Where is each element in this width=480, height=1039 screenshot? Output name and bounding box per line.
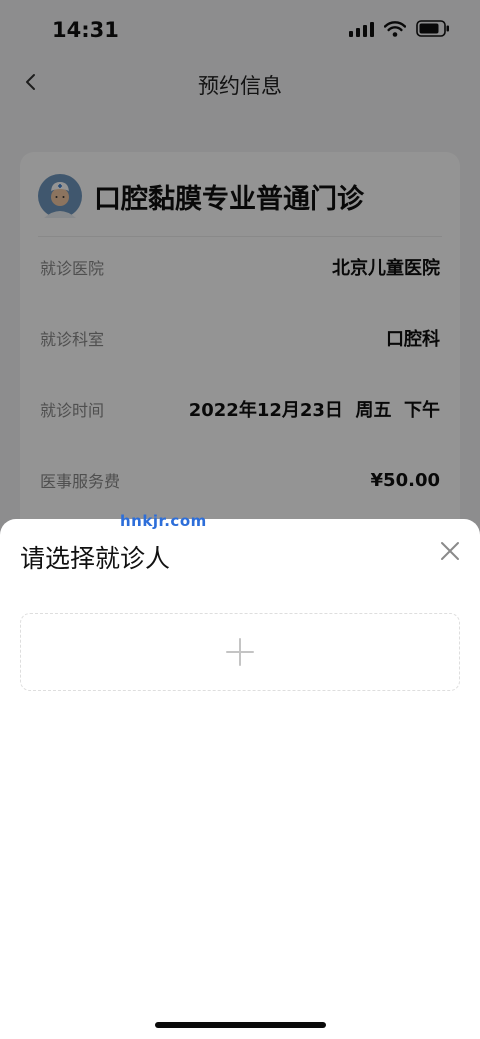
watermark-text: hnkjr.com	[120, 512, 207, 530]
sheet-title: 请选择就诊人	[20, 544, 171, 573]
select-patient-sheet: 请选择就诊人	[0, 519, 480, 1039]
home-indicator[interactable]	[155, 1022, 326, 1028]
plus-icon	[226, 638, 254, 666]
close-icon[interactable]	[436, 537, 464, 565]
add-patient-button[interactable]	[20, 613, 460, 691]
